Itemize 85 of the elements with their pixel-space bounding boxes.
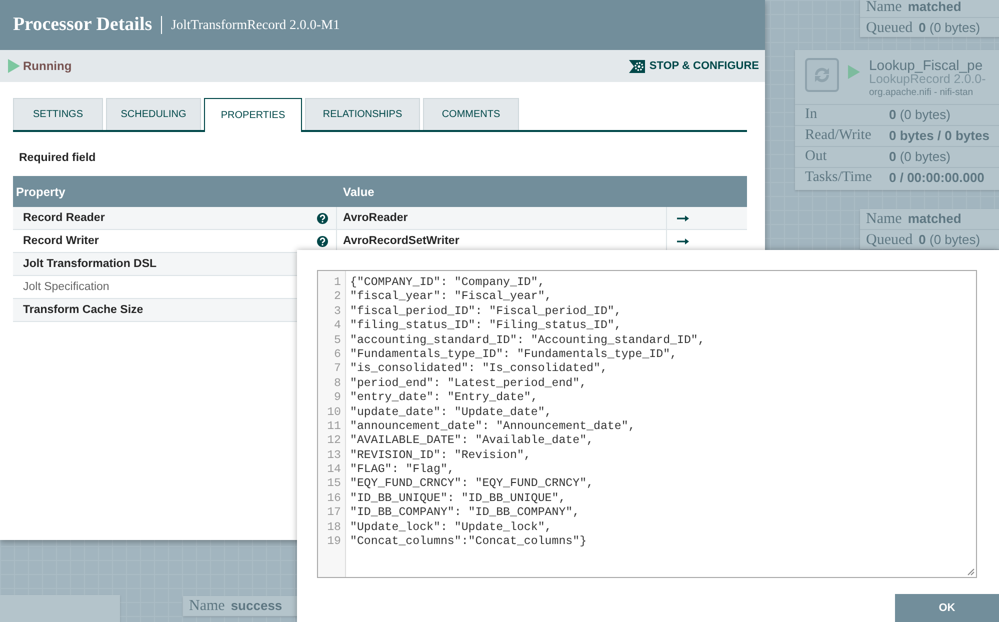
status-label: Running <box>23 58 72 75</box>
line-number: 6 <box>333 348 342 362</box>
stat-label: Out <box>805 146 828 166</box>
property-name: Transform Cache Size <box>23 302 144 318</box>
line-number: 8 <box>333 376 342 392</box>
line-number: 15 <box>326 477 342 492</box>
code-line: "AVAILABLE_DATE": "Available_date", <box>350 434 595 449</box>
code-line: "Update_lock": "Update_lock", <box>350 520 553 536</box>
line-number: 12 <box>326 434 342 449</box>
line-number: 3 <box>333 304 342 320</box>
line-number: 14 <box>326 463 342 478</box>
line-number: 18 <box>326 520 342 536</box>
code-line: "update_date": "Update_date", <box>350 406 553 420</box>
property-value: AvroRecordSetWriter <box>343 234 460 249</box>
line-number: 10 <box>326 406 342 420</box>
line-number: 17 <box>326 506 342 521</box>
arrow-icon[interactable] <box>677 238 689 245</box>
code-line: "fiscal_period_ID": "Fiscal_period_ID", <box>350 304 622 320</box>
code-line: "FLAG": "Flag", <box>350 463 456 478</box>
tab[interactable]: SCHEDULING <box>106 98 201 130</box>
code-line: "entry_date": "Entry_date", <box>350 391 539 406</box>
tab[interactable]: RELATIONSHIPS <box>305 98 420 130</box>
dialog-title: Processor Details <box>13 12 152 37</box>
connection-name: matched <box>908 0 962 16</box>
line-number: 7 <box>333 362 342 377</box>
gear-icon <box>629 60 646 72</box>
arrow-icon[interactable] <box>677 214 689 222</box>
name-label: Name <box>189 597 225 616</box>
line-number: 1 <box>333 276 342 290</box>
property-value: AvroReader <box>343 210 408 226</box>
code-line: "REVISION_ID": "Revision", <box>350 448 532 464</box>
line-number: 16 <box>326 492 342 506</box>
processor-bundle: org.apache.nifi - nifi-stan <box>869 86 974 100</box>
property-name: Record Writer <box>23 234 99 249</box>
line-number: 4 <box>333 319 342 334</box>
code-line: "Fundamentals_type_ID": "Fundamentals_type_ID", <box>350 348 678 362</box>
line-number: 19 <box>326 535 342 550</box>
code-line: "ID_BB_COMPANY": "ID_BB_COMPANY", <box>350 506 581 521</box>
connection-name: success <box>230 597 282 615</box>
stat-value: 0 (0 bytes) <box>889 106 950 124</box>
property-name: Record Reader <box>23 210 105 226</box>
line-number: 9 <box>333 391 342 406</box>
stat-value: 0 (0 bytes) <box>889 148 950 166</box>
queued-value: 0 (0 bytes) <box>918 19 980 37</box>
queued-value: 0 (0 bytes) <box>918 231 980 249</box>
connection-name: matched <box>908 210 962 228</box>
code-line: {"COMPANY_ID": "Company_ID", <box>350 276 546 290</box>
code-line: "EQY_FUND_CRNCY": "EQY_FUND_CRNCY", <box>350 477 595 492</box>
stat-label: Read/Write <box>805 126 872 145</box>
line-number: 13 <box>326 448 342 464</box>
code-line: "accounting_standard_ID": "Accounting_standard_ID", <box>350 334 705 348</box>
column-header: Value <box>342 184 374 201</box>
tab[interactable]: SETTINGS <box>13 98 103 130</box>
queued-label: Queued <box>866 231 913 249</box>
resize-handle-icon[interactable] <box>967 568 975 576</box>
stat-value: 0 bytes / 0 bytes <box>889 126 990 145</box>
queued-label: Queued <box>866 19 913 37</box>
column-header: Property <box>15 184 66 201</box>
stat-value: 0 / 00:00:00.000 <box>889 168 984 187</box>
stat-label: In <box>805 104 818 124</box>
name-label: Name <box>866 210 902 229</box>
help-icon[interactable] <box>317 236 328 247</box>
line-number: 5 <box>333 334 342 348</box>
property-name: Jolt Transformation DSL <box>23 256 157 272</box>
code-line: "is_consolidated": "Is_consolidated", <box>350 362 608 377</box>
property-name: Jolt Specification <box>23 280 110 295</box>
code-line: "filing_status_ID": "Filing_status_ID", <box>350 319 622 334</box>
required-field-note: Required field <box>19 151 97 166</box>
stop-configure-button[interactable]: STOP & CONFIGURE <box>629 58 759 74</box>
processor-type: JoltTransformRecord 2.0.0-M1 <box>171 16 340 34</box>
processor-icon <box>805 58 839 92</box>
line-number: 11 <box>326 420 342 434</box>
name-label: Name <box>866 0 902 17</box>
code-line: "Concat_columns":"Concat_columns"} <box>350 535 588 550</box>
processor-name: Lookup_Fiscal_pe <box>869 58 984 73</box>
code-line: "period_end": "Latest_period_end", <box>350 376 588 392</box>
code-line: "announcement_date": "Announcement_date", <box>350 420 636 434</box>
line-number: 2 <box>333 290 342 305</box>
help-icon[interactable] <box>317 212 328 224</box>
code-line: "ID_BB_UNIQUE": "ID_BB_UNIQUE", <box>350 492 567 506</box>
code-line: "fiscal_year": "Fiscal_year", <box>350 290 553 305</box>
stat-label: Tasks/Time <box>805 168 873 187</box>
code-editor[interactable] <box>317 270 977 578</box>
tab[interactable]: COMMENTS <box>423 98 519 130</box>
tab[interactable]: PROPERTIES <box>204 98 302 132</box>
